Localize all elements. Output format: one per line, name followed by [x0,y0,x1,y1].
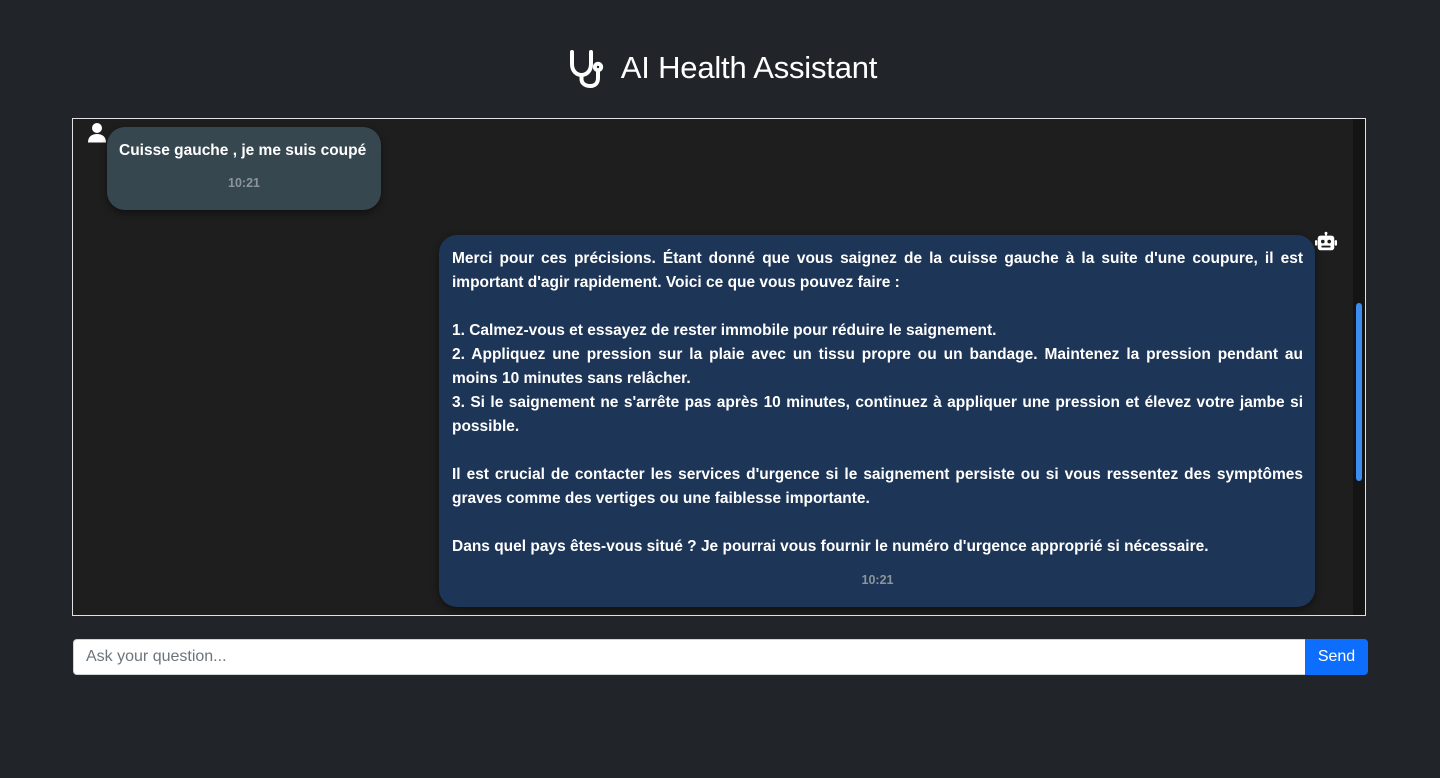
send-button[interactable]: Send [1305,639,1368,675]
user-icon [86,121,108,143]
page-title: AI Health Assistant [620,50,878,85]
message-text: Cuisse gauche , je me suis coupé [119,142,367,159]
message-text: Merci pour ces précisions. Étant donné q… [452,250,1303,555]
user-message: Cuisse gauche , je me suis coupé 10:21 [107,127,381,210]
assistant-message: Merci pour ces précisions. Étant donné q… [439,235,1315,607]
robot-icon [1315,231,1337,253]
message-timestamp: 10:21 [861,573,894,587]
composer: Send [73,639,1368,675]
chat-messages-panel[interactable]: Cuisse gauche , je me suis coupé 10:21 M… [72,118,1366,616]
stethoscope-icon [563,46,607,90]
scrollbar-thumb[interactable] [1356,303,1362,481]
message-timestamp: 10:21 [228,176,260,190]
question-input[interactable] [73,639,1305,675]
chat-scrollbar[interactable] [1353,119,1365,615]
app-header: AI Health Assistant [0,44,1440,92]
